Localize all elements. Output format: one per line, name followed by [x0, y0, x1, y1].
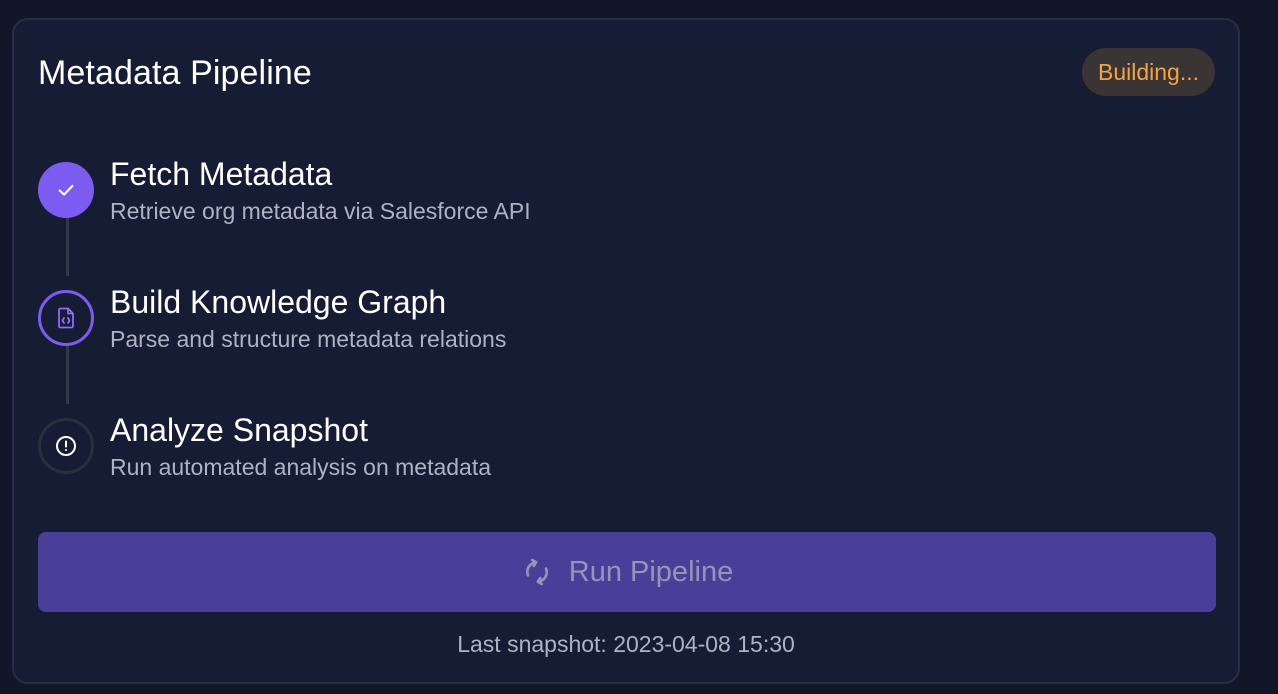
- refresh-icon: [521, 556, 553, 588]
- step-text: Fetch Metadata Retrieve org metadata via…: [110, 155, 531, 225]
- step-title: Build Knowledge Graph: [110, 284, 447, 320]
- status-badge: Building...: [1081, 48, 1215, 96]
- alert-circle-icon: [56, 436, 76, 456]
- run-pipeline-button[interactable]: Run Pipeline: [38, 532, 1216, 612]
- step-text: Build Knowledge Graph Parse and structur…: [110, 283, 506, 353]
- step-status-completed: [38, 162, 94, 218]
- step-description: Parse and structure metadata relations: [110, 326, 507, 352]
- step-title: Fetch Metadata: [110, 156, 333, 192]
- last-snapshot-text: Last snapshot: 2023-04-08 15:30: [457, 631, 795, 657]
- file-code-icon: [58, 307, 74, 329]
- pipeline-card: Metadata Pipeline Building... Fetch Meta…: [12, 18, 1240, 684]
- step-text: Analyze Snapshot Run automated analysis …: [110, 411, 491, 481]
- step-description: Run automated analysis on metadata: [110, 454, 492, 480]
- step-title: Analyze Snapshot: [110, 412, 368, 448]
- check-icon: [58, 184, 74, 196]
- step-status-in-progress: [38, 290, 94, 346]
- step-connector: [66, 218, 69, 276]
- step-description: Retrieve org metadata via Salesforce API: [110, 198, 531, 224]
- run-pipeline-label: Run Pipeline: [568, 555, 734, 588]
- step-status-pending: [38, 418, 94, 474]
- card-title: Metadata Pipeline: [38, 54, 312, 92]
- step-connector: [66, 346, 69, 404]
